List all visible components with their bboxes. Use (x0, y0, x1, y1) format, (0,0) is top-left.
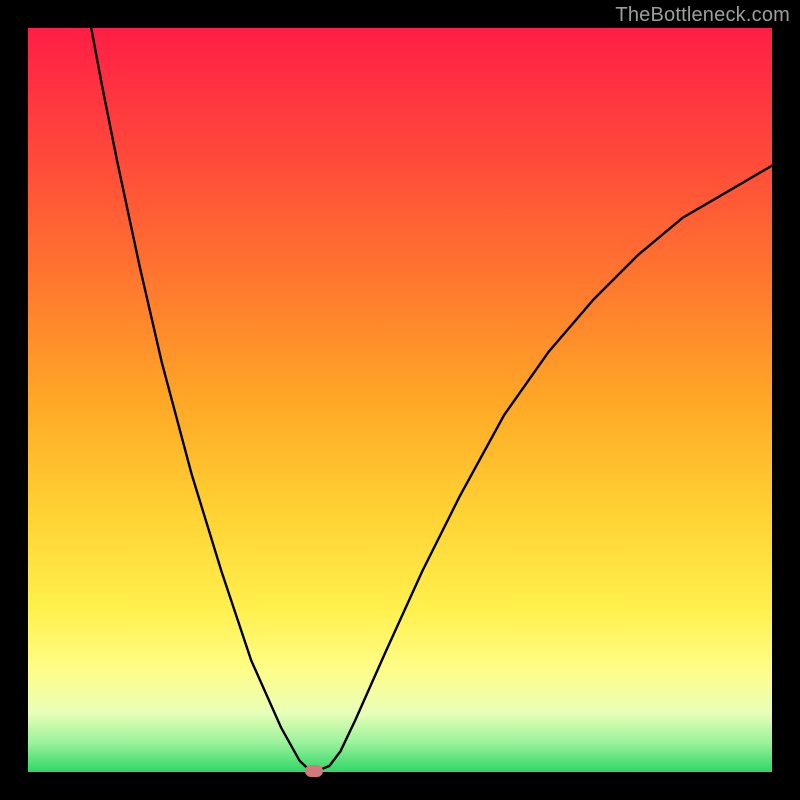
chart-plot-area (28, 28, 772, 772)
chart-curve-svg (28, 28, 772, 772)
bottleneck-curve-path (91, 28, 772, 771)
curve-minimum-marker (305, 765, 323, 777)
watermark-text: TheBottleneck.com (615, 4, 790, 27)
